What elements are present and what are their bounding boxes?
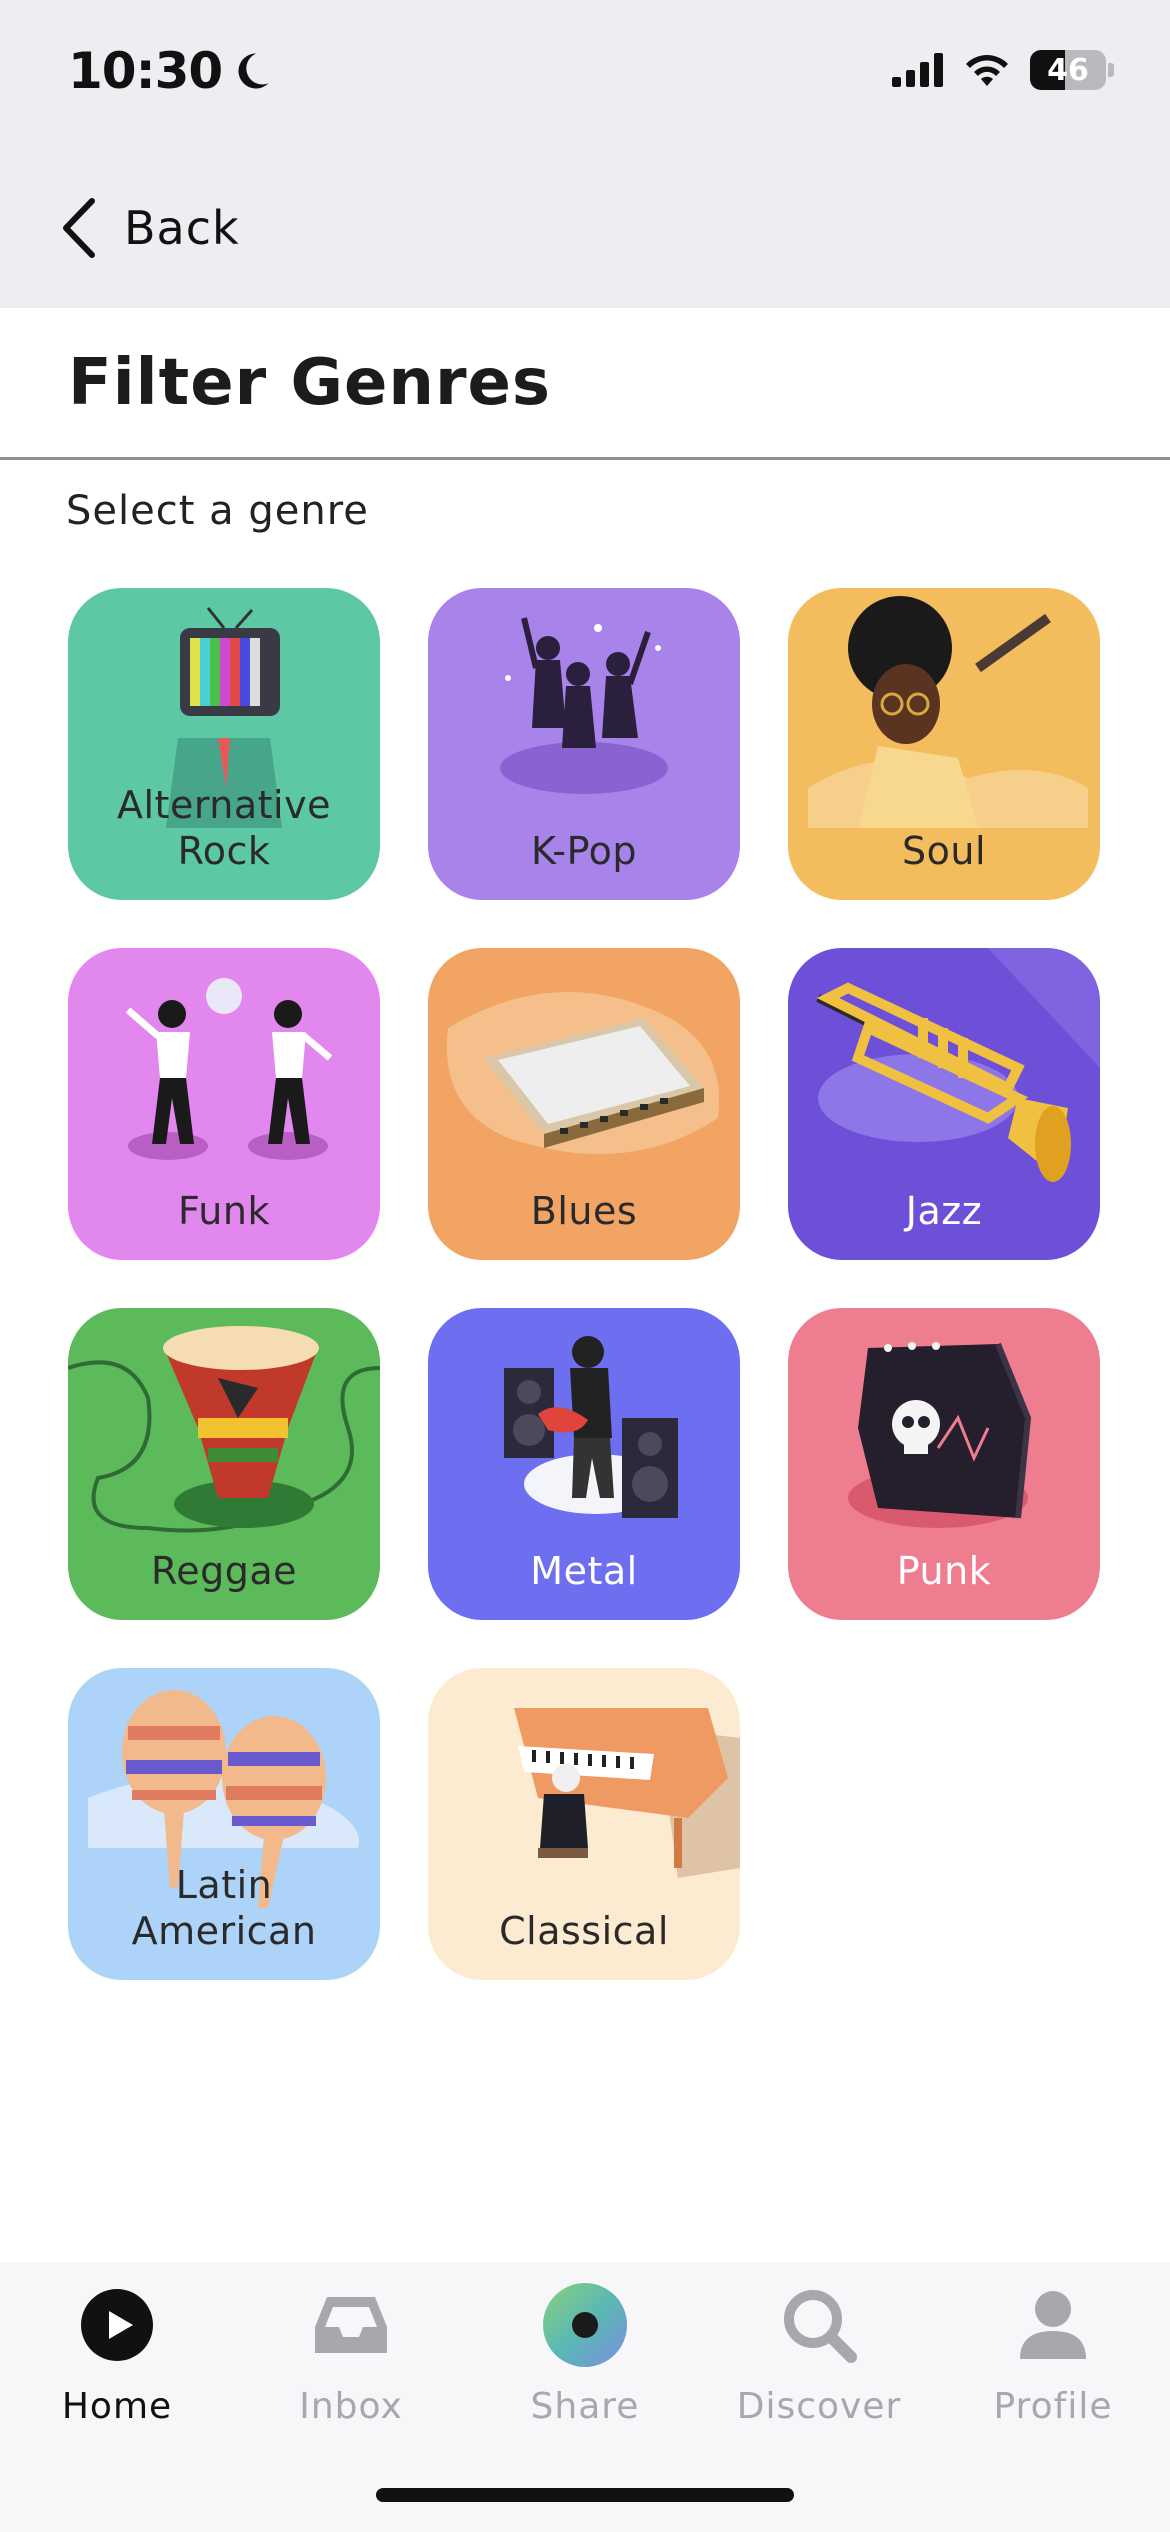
status-bar: 10:30 46 xyxy=(0,0,1170,150)
moon-icon xyxy=(238,53,269,89)
title-section: Filter Genres xyxy=(0,308,1170,460)
genre-tile-soul[interactable]: Soul xyxy=(788,588,1100,900)
genre-label: Jazz xyxy=(905,1189,983,1233)
clock-text: 10:30 xyxy=(68,42,223,100)
genre-label: Alternative Rock xyxy=(117,783,331,873)
genre-label: Classical xyxy=(499,1909,669,1953)
tab-label: Home xyxy=(61,2386,173,2427)
genre-label: Punk xyxy=(896,1549,992,1593)
battery-level: 46 xyxy=(1047,52,1089,88)
tab-label: Inbox xyxy=(299,2386,403,2427)
status-time: 10:30 xyxy=(68,42,272,100)
genre-label: Funk xyxy=(178,1189,270,1233)
tab-share[interactable]: Share xyxy=(468,2282,702,2482)
home-indicator xyxy=(376,2488,794,2502)
tab-discover[interactable]: Discover xyxy=(702,2282,936,2482)
tab-home[interactable]: Home xyxy=(0,2282,234,2482)
tab-label: Profile xyxy=(993,2386,1113,2427)
genre-label: Metal xyxy=(530,1549,638,1593)
tab-profile[interactable]: Profile xyxy=(936,2282,1170,2482)
genre-label: K-Pop xyxy=(530,829,638,873)
genre-tile-funk[interactable]: Funk xyxy=(68,948,380,1260)
page-title: Filter Genres xyxy=(68,346,551,420)
person-icon xyxy=(1010,2282,1096,2368)
status-indicators: 46 xyxy=(892,50,1114,90)
genre-tile-jazz[interactable]: Jazz xyxy=(788,948,1100,1260)
play-circle-icon xyxy=(74,2282,160,2368)
back-button[interactable]: Back xyxy=(58,188,240,268)
genre-label: Soul xyxy=(901,829,986,873)
share-orb-icon xyxy=(542,2282,628,2368)
tab-inbox[interactable]: Inbox xyxy=(234,2282,468,2482)
genre-tile-metal[interactable]: Metal xyxy=(428,1308,740,1620)
inbox-tray-icon xyxy=(308,2282,394,2368)
genre-tile-alternative-rock[interactable]: Alternative Rock xyxy=(68,588,380,900)
genre-tile-blues[interactable]: Blues xyxy=(428,948,740,1260)
genre-tile-latin-american[interactable]: Latin American xyxy=(68,1668,380,1980)
tab-label: Share xyxy=(530,2386,640,2427)
genre-grid: Alternative Rock K-Pop Soul Funk Blues J… xyxy=(68,588,1102,1980)
tab-label: Discover xyxy=(736,2386,902,2427)
section-subtitle: Select a genre xyxy=(66,488,369,534)
genre-label: Reggae xyxy=(151,1549,297,1593)
magnifier-icon xyxy=(776,2282,862,2368)
genre-tile-classical[interactable]: Classical xyxy=(428,1668,740,1980)
battery-icon: 46 xyxy=(1030,50,1106,90)
navigation-bar: Back xyxy=(0,150,1170,308)
genre-tile-reggae[interactable]: Reggae xyxy=(68,1308,380,1620)
wifi-icon xyxy=(966,55,1008,86)
back-label: Back xyxy=(124,201,240,255)
genre-tile-k-pop[interactable]: K-Pop xyxy=(428,588,740,900)
cellular-signal-icon xyxy=(892,53,943,87)
genre-tile-punk[interactable]: Punk xyxy=(788,1308,1100,1620)
chevron-left-icon xyxy=(63,198,95,258)
genre-label: Latin American xyxy=(131,1863,317,1953)
genre-label: Blues xyxy=(530,1189,638,1233)
